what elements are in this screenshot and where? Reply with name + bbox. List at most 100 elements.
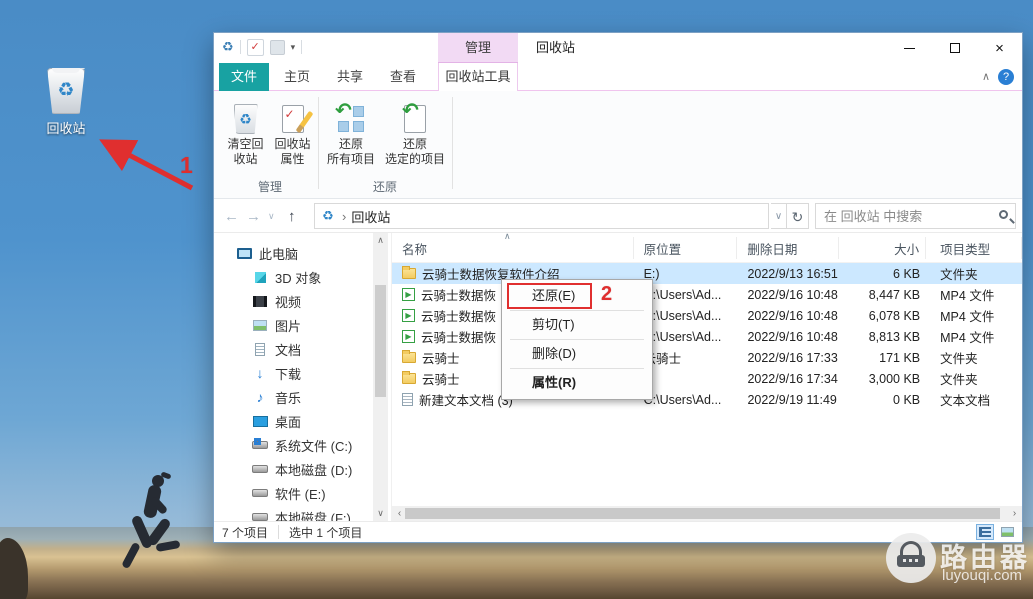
file-date: 2022/9/16 10:48 xyxy=(737,330,839,344)
column-original-location[interactable]: 原位置 xyxy=(634,237,738,259)
button-label-line: 属性 xyxy=(280,152,304,167)
search-icon[interactable] xyxy=(999,210,1008,219)
navigation-pane: 此电脑 3D 对象 视频 图片 文档 ↓ 下载 ♪ xyxy=(214,233,391,521)
file-row[interactable]: ▶云骑士数据恢 C:\Users\Ad... 2022/9/16 10:48 8… xyxy=(392,326,1022,347)
empty-recycle-bin-icon: ♻ xyxy=(234,104,258,134)
sidebar-item-drive-c[interactable]: 系统文件 (C:) xyxy=(214,433,391,457)
properties-shortcut-icon[interactable]: ✓ xyxy=(247,39,264,56)
sidebar-item-this-pc[interactable]: 此电脑 xyxy=(214,241,391,265)
file-type: 文件夹 xyxy=(926,369,1022,388)
recycle-bin-properties-icon: ✓ xyxy=(282,105,304,133)
minimize-button[interactable] xyxy=(887,33,932,63)
menu-item-delete[interactable]: 删除(D) xyxy=(502,340,652,368)
annotation-highlight-box xyxy=(507,283,592,309)
file-row[interactable]: 新建文本文档 (3) C:\Users\Ad... 2022/9/19 11:4… xyxy=(392,389,1022,410)
sidebar-scrollbar[interactable]: ∧ ∨ xyxy=(373,233,388,521)
collapse-ribbon-icon[interactable]: ∧ xyxy=(982,70,990,83)
pencil-icon xyxy=(295,111,313,134)
sidebar-item-desktop[interactable]: 桌面 xyxy=(214,409,391,433)
column-date-deleted[interactable]: 删除日期 xyxy=(737,237,839,259)
sidebar-item-music[interactable]: ♪ 音乐 xyxy=(214,385,391,409)
up-icon[interactable]: ↑ xyxy=(288,199,296,233)
breadcrumb-chevron-icon[interactable]: › xyxy=(337,209,351,224)
tab-recycle-bin-tools[interactable]: 回收站工具 xyxy=(438,63,518,91)
toolbar-separator xyxy=(301,40,302,54)
tab-share[interactable]: 共享 xyxy=(325,63,375,91)
monitor-icon xyxy=(237,248,252,259)
sidebar-item-downloads[interactable]: ↓ 下载 xyxy=(214,361,391,385)
file-date: 2022/9/19 11:49 xyxy=(737,393,839,407)
column-item-type[interactable]: 项目类型 xyxy=(926,237,1022,259)
contextual-tab-group-label: 管理 xyxy=(438,33,518,63)
empty-recycle-bin-button[interactable]: ♻ 清空回 收站 xyxy=(222,95,269,189)
column-name[interactable]: 名称 xyxy=(392,237,634,259)
address-bar[interactable]: ♻ › 回收站 xyxy=(314,203,769,229)
close-button[interactable]: × xyxy=(977,33,1022,63)
sidebar-item-3d-objects[interactable]: 3D 对象 xyxy=(214,265,391,289)
file-row[interactable]: 云骑士 2022/9/16 17:34 3,000 KB 文件夹 xyxy=(392,368,1022,389)
scrollbar-thumb[interactable] xyxy=(405,508,1000,519)
recycle-bin-properties-button[interactable]: ✓ 回收站 属性 xyxy=(269,95,316,189)
system-drive-icon xyxy=(252,441,268,449)
crumpled-paper xyxy=(52,63,80,73)
file-size: 8,447 KB xyxy=(839,288,926,302)
restore-all-items-button[interactable]: ↶ 还原 所有项目 xyxy=(322,95,380,189)
context-menu: 还原(E) 剪切(T) 删除(D) 属性(R) 2 xyxy=(501,279,653,400)
file-type: MP4 文件 xyxy=(926,306,1022,325)
file-size: 171 KB xyxy=(839,351,926,365)
refresh-icon[interactable]: ↻ xyxy=(787,203,809,229)
back-icon[interactable]: ← xyxy=(224,199,239,233)
column-headers: ∧ 名称 原位置 删除日期 大小 项目类型 xyxy=(392,233,1022,263)
file-row[interactable]: ▶云骑士数据恢 C:\Users\Ad... 2022/9/16 10:48 8… xyxy=(392,284,1022,305)
restore-selected-items-button[interactable]: ↶ 还原 选定的项目 xyxy=(382,95,448,189)
customize-qat-dropdown-icon[interactable]: ▾ xyxy=(291,42,296,53)
scroll-down-icon[interactable]: ∨ xyxy=(373,506,388,521)
desktop-recycle-bin-icon[interactable]: ♻ 回收站 xyxy=(36,68,96,137)
maximize-button[interactable] xyxy=(932,33,977,63)
recycle-symbol-icon: ♻ xyxy=(235,111,257,128)
recent-locations-dropdown-icon[interactable]: ∨ xyxy=(268,199,275,233)
help-icon[interactable]: ? xyxy=(998,69,1014,85)
window-title: 回收站 xyxy=(536,33,575,63)
file-name: 云骑士数据恢 xyxy=(421,306,496,325)
file-date: 2022/9/16 10:48 xyxy=(737,288,839,302)
recycle-bin-mini-icon[interactable]: ♻ xyxy=(222,38,234,56)
scrollbar-thumb[interactable] xyxy=(375,285,386,397)
file-size: 0 KB xyxy=(839,393,926,407)
forward-icon[interactable]: → xyxy=(246,199,261,233)
title-bar[interactable]: ♻ ✓ ▾ 管理 回收站 × xyxy=(214,33,1022,63)
column-size[interactable]: 大小 xyxy=(839,237,926,259)
breadcrumb[interactable]: 回收站 xyxy=(351,207,390,226)
file-row[interactable]: 云骑士 云骑士 2022/9/16 17:33 171 KB 文件夹 xyxy=(392,347,1022,368)
file-row-selected[interactable]: 云骑士数据恢复软件介绍 E:) 2022/9/13 16:51 6 KB 文件夹 xyxy=(392,263,1022,284)
sidebar-item-drive-d[interactable]: 本地磁盘 (D:) xyxy=(214,457,391,481)
restore-selected-items-icon: ↶ xyxy=(404,105,426,133)
menu-item-cut[interactable]: 剪切(T) xyxy=(502,311,652,339)
search-input[interactable] xyxy=(816,204,1015,228)
video-file-icon: ▶ xyxy=(402,288,415,301)
sort-ascending-icon: ∧ xyxy=(504,231,511,242)
horizontal-scrollbar[interactable]: ‹ › xyxy=(392,506,1022,521)
square xyxy=(353,106,364,117)
sidebar-item-drive-f[interactable]: 本地磁盘 (F:) xyxy=(214,505,391,521)
sidebar-item-pictures[interactable]: 图片 xyxy=(214,313,391,337)
new-folder-shortcut-icon[interactable] xyxy=(270,40,285,55)
file-row[interactable]: ▶云骑士数据恢 C:\Users\Ad... 2022/9/16 10:48 6… xyxy=(392,305,1022,326)
tree-label: 软件 (E:) xyxy=(275,484,326,503)
tree-label: 文档 xyxy=(275,340,301,359)
scroll-right-icon[interactable]: › xyxy=(1007,506,1022,521)
ribbon-group-separator xyxy=(452,97,453,189)
tab-home[interactable]: 主页 xyxy=(272,63,322,91)
drive-icon xyxy=(252,465,268,473)
sidebar-item-drive-e[interactable]: 软件 (E:) xyxy=(214,481,391,505)
tab-file[interactable]: 文件 xyxy=(219,63,269,91)
menu-item-properties[interactable]: 属性(R) xyxy=(502,369,652,397)
scroll-up-icon[interactable]: ∧ xyxy=(373,233,388,248)
picture-icon xyxy=(253,320,267,331)
tab-view[interactable]: 查看 xyxy=(378,63,428,91)
button-label-line: 选定的项目 xyxy=(385,152,445,167)
sidebar-item-documents[interactable]: 文档 xyxy=(214,337,391,361)
sidebar-item-videos[interactable]: 视频 xyxy=(214,289,391,313)
address-dropdown-icon[interactable]: ∨ xyxy=(771,203,787,229)
file-size: 6,078 KB xyxy=(839,309,926,323)
